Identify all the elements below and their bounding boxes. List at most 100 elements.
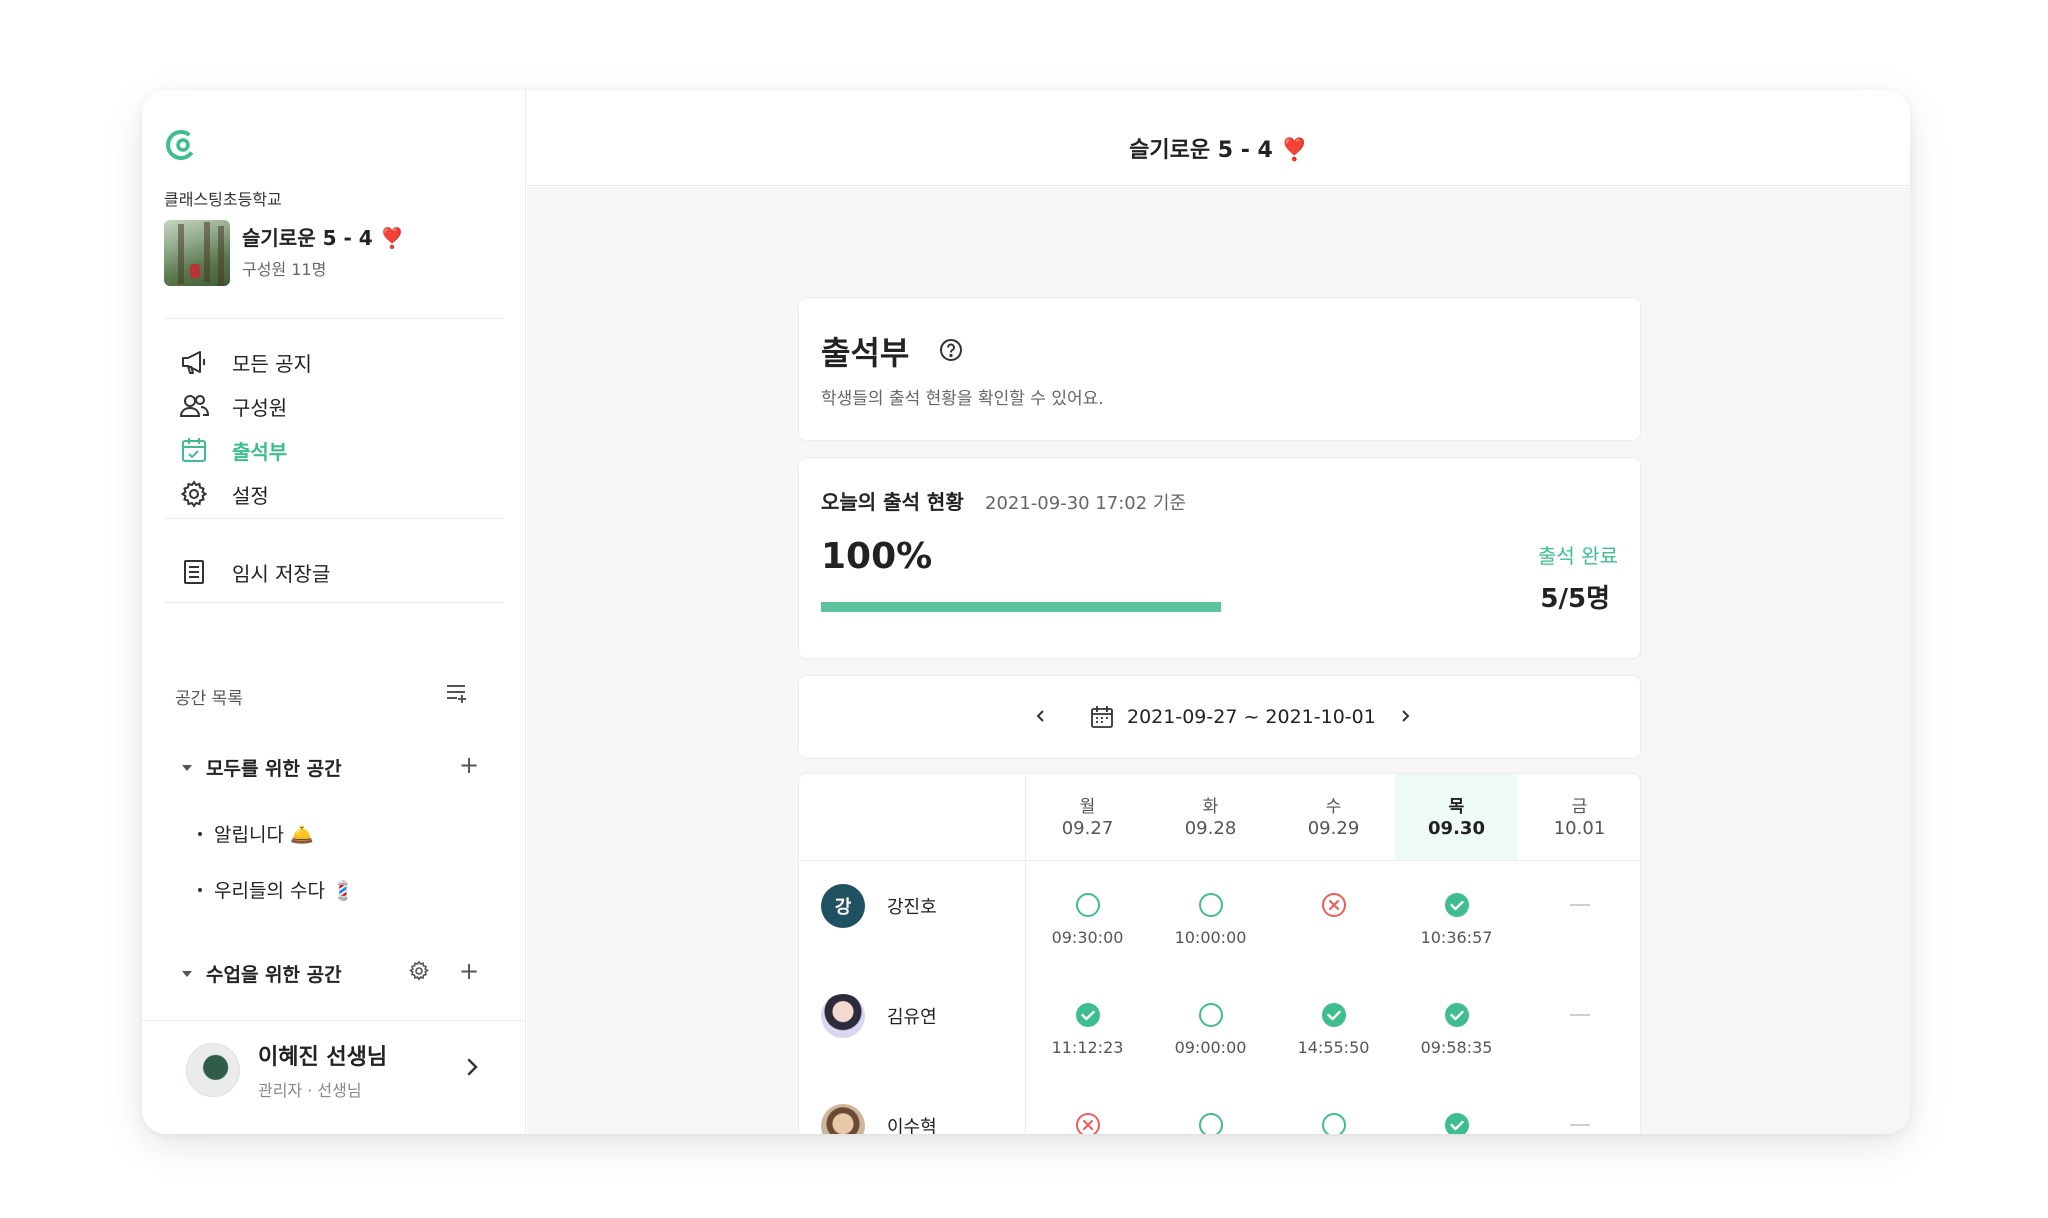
attendance-percent: 100% xyxy=(821,536,933,577)
class-title[interactable]: 슬기로운 5 - 4 ❣️ xyxy=(242,222,405,251)
megaphone-icon xyxy=(178,346,210,378)
space-group-everyone[interactable]: 모두를 위한 공간 xyxy=(182,754,342,781)
attendance-header-card: 출석부 학생들의 출석 현황을 확인할 수 있어요. xyxy=(798,297,1641,441)
status-badge: 출석 완료 xyxy=(1538,544,1618,568)
space-item-notice[interactable]: 알립니다 🛎️ xyxy=(198,820,314,847)
divider xyxy=(164,602,504,603)
weekday-label: 수 xyxy=(1325,797,1342,817)
check-in-time: 09:00:00 xyxy=(1174,1038,1247,1057)
nav-item-members[interactable]: 구성원 xyxy=(178,386,287,426)
week-navigator: 2021-09-27 ~ 2021-10-01 xyxy=(798,675,1641,759)
space-item-label: 알립니다 🛎️ xyxy=(214,824,314,846)
circle-outline-icon xyxy=(1075,892,1101,918)
day-header: 월 09.27 xyxy=(1026,774,1149,860)
profile-name: 이혜진 선생님 xyxy=(258,1045,388,1070)
date-label: 10.01 xyxy=(1553,818,1606,839)
student-name: 강진호 xyxy=(887,897,937,918)
app-window: 클래스팅초등학교 슬기로운 5 - 4 ❣️ 구성원 11명 모든 공지 구성원… xyxy=(142,90,1910,1134)
today-status-card: 오늘의 출석 현황 2021-09-30 17:02 기준 100% 출석 완료… xyxy=(798,457,1641,659)
x-circle-icon xyxy=(1321,892,1347,918)
previous-week-button[interactable] xyxy=(1027,702,1055,730)
profile-bar[interactable]: 이혜진 선생님 관리자 · 선생님 xyxy=(142,1020,526,1134)
row-divider xyxy=(799,860,1642,861)
add-space-button[interactable]: + xyxy=(458,959,480,983)
check-in-time: 09:58:35 xyxy=(1420,1038,1493,1057)
calendar-icon[interactable] xyxy=(1089,704,1115,730)
date-label: 09.27 xyxy=(1061,818,1114,839)
nav-item-settings[interactable]: 설정 xyxy=(178,474,269,514)
today-status-label: 오늘의 출석 현황 xyxy=(821,490,964,514)
day-header: 금 10.01 xyxy=(1518,774,1641,860)
check-circle-icon xyxy=(1444,1002,1470,1028)
classting-logo[interactable] xyxy=(164,128,198,162)
nav-label: 설정 xyxy=(232,483,269,508)
top-bar: 슬기로운 5 - 4 ❣️ xyxy=(527,90,1910,186)
space-group-label: 수업을 위한 공간 xyxy=(206,964,342,986)
attendance-description: 학생들의 출석 현황을 확인할 수 있어요. xyxy=(821,389,1104,409)
gear-icon[interactable] xyxy=(408,960,430,982)
space-item-label: 우리들의 수다 💈 xyxy=(214,880,355,902)
date-label: 09.29 xyxy=(1307,818,1360,839)
day-header: 수 09.29 xyxy=(1272,774,1395,860)
class-thumbnail[interactable] xyxy=(164,220,230,286)
manage-spaces-icon[interactable] xyxy=(444,680,470,706)
x-circle-icon xyxy=(1075,1112,1101,1134)
calendar-check-icon xyxy=(178,434,210,466)
chevron-right-icon xyxy=(1402,710,1410,722)
next-week-button[interactable] xyxy=(1391,702,1419,730)
student-row-header[interactable]: 이수혁 xyxy=(821,1104,937,1134)
check-in-time: 14:55:50 xyxy=(1297,1038,1370,1057)
check-circle-icon xyxy=(1321,1002,1347,1028)
avatar xyxy=(821,994,865,1038)
nav-item-attendance[interactable]: 출석부 xyxy=(178,430,287,470)
attendance-title: 출석부 xyxy=(821,334,910,372)
student-row-header[interactable]: 김유연 xyxy=(821,994,937,1038)
divider xyxy=(164,318,504,319)
caret-down-icon xyxy=(182,764,192,771)
school-name: 클래스팅초등학교 xyxy=(164,190,282,209)
people-icon xyxy=(178,390,210,422)
space-group-label: 모두를 위한 공간 xyxy=(206,758,342,780)
main-content: 출석부 학생들의 출석 현황을 확인할 수 있어요. 오늘의 출석 현황 202… xyxy=(527,187,1910,1134)
circle-outline-icon xyxy=(1198,1112,1224,1134)
chevron-right-icon[interactable] xyxy=(460,1055,484,1079)
space-group-class[interactable]: 수업을 위한 공간 xyxy=(182,960,342,987)
sidebar: 클래스팅초등학교 슬기로운 5 - 4 ❣️ 구성원 11명 모든 공지 구성원… xyxy=(142,90,526,1134)
nav-label: 모든 공지 xyxy=(232,351,312,376)
attendance-table: 월 09.27 화 09.28 수 09.29 목 09.30 금 10.01 강 강진호 09:30:… xyxy=(798,773,1642,1134)
circle-outline-icon xyxy=(1321,1112,1347,1134)
nav-item-all-notices[interactable]: 모든 공지 xyxy=(178,342,312,382)
document-icon xyxy=(178,556,210,588)
caret-down-icon xyxy=(182,970,192,977)
student-name: 이수혁 xyxy=(887,1117,937,1134)
date-label: 09.30 xyxy=(1428,818,1485,839)
check-in-time: 09:30:00 xyxy=(1051,928,1124,947)
attendance-count: 5/5명 xyxy=(1540,584,1610,614)
circle-outline-icon xyxy=(1198,892,1224,918)
student-row-header[interactable]: 강 강진호 xyxy=(821,884,937,928)
dash-icon xyxy=(1570,904,1590,906)
progress-fill xyxy=(821,602,1221,612)
date-label: 09.28 xyxy=(1184,818,1237,839)
nav-label: 임시 저장글 xyxy=(232,561,331,586)
space-list-label: 공간 목록 xyxy=(175,689,243,709)
weekday-label: 화 xyxy=(1202,797,1219,817)
day-header: 화 09.28 xyxy=(1149,774,1272,860)
check-in-time: 10:36:57 xyxy=(1420,928,1493,947)
bullet xyxy=(198,831,202,836)
week-range[interactable]: 2021-09-27 ~ 2021-10-01 xyxy=(1127,706,1376,728)
avatar xyxy=(821,1104,865,1134)
check-in-time: 11:12:23 xyxy=(1051,1038,1124,1057)
divider xyxy=(164,518,504,519)
day-header: 목 09.30 xyxy=(1395,774,1518,860)
check-circle-icon xyxy=(1444,892,1470,918)
weekday-label: 목 xyxy=(1448,797,1465,817)
attendance-progress-bar xyxy=(821,602,1221,612)
add-space-button[interactable]: + xyxy=(458,753,480,777)
bullet xyxy=(198,887,202,892)
help-icon[interactable] xyxy=(939,338,963,362)
space-item-chat[interactable]: 우리들의 수다 💈 xyxy=(198,876,355,903)
nav-item-drafts[interactable]: 임시 저장글 xyxy=(178,552,330,592)
nav-label: 출석부 xyxy=(232,439,288,464)
circle-outline-icon xyxy=(1198,1002,1224,1028)
